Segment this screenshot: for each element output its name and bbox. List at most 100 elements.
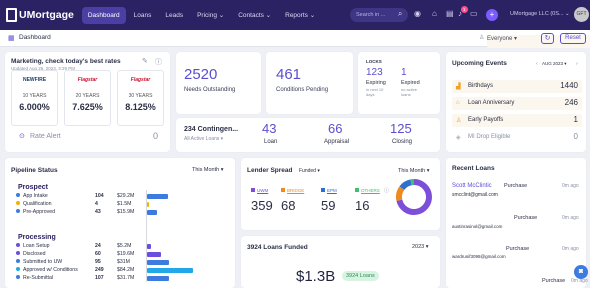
shield-icon: ◈ bbox=[456, 135, 461, 141]
add-button[interactable]: + bbox=[486, 9, 498, 21]
pipeline-row-label: App Intake bbox=[23, 193, 48, 199]
nav-pricing[interactable]: Pricing ⌄ bbox=[191, 6, 230, 24]
pipeline-row-count: 249 bbox=[95, 267, 104, 273]
pipeline-row[interactable]: App Intake bbox=[16, 193, 48, 199]
info-icon[interactable]: ⓘ bbox=[155, 57, 162, 67]
rate-alert-count: 0 bbox=[153, 131, 159, 141]
chevron-left-icon[interactable]: ‹ bbox=[536, 61, 538, 67]
pipeline-row-amount: $19.6M bbox=[117, 251, 135, 257]
nav-dashboard[interactable]: Dashboard bbox=[81, 6, 126, 24]
pipeline-card: Pipeline Status This Month ▾ Prospect Pr… bbox=[5, 158, 235, 288]
page-title: Dashboard bbox=[19, 34, 51, 41]
pipeline-row[interactable]: Loan Setup bbox=[16, 243, 50, 249]
status-dot bbox=[16, 259, 20, 263]
bank-icon[interactable]: ⌂ bbox=[432, 9, 437, 18]
contingencies-card[interactable]: 234 Contingen... All Active Loans ▾ 43 L… bbox=[176, 118, 440, 152]
event-loan-anniversary[interactable]: ⌂ Loan Anniversary 246 bbox=[452, 97, 582, 110]
spread-legend-item: OTHERS bbox=[355, 188, 380, 193]
funded-count-badge: 3924 Loans bbox=[342, 271, 379, 281]
marketing-title: Marketing, check today's best rates bbox=[11, 58, 121, 65]
rate-card[interactable]: NEWFIRE 10 YEARS 6.000% bbox=[11, 70, 58, 126]
conditions-card[interactable]: 461 Conditions Pending bbox=[266, 52, 353, 114]
chevron-right-icon[interactable]: › bbox=[576, 61, 578, 67]
legend-label: EPM bbox=[327, 188, 337, 193]
pipeline-row-amount: $29.2M bbox=[117, 193, 135, 199]
pipeline-row-label: Submitted to UW bbox=[23, 259, 63, 265]
funded-year[interactable]: 2023 ▾ bbox=[412, 244, 429, 250]
chat-widget-icon[interactable]: ◙ bbox=[574, 265, 588, 279]
person-icon: ♙ bbox=[456, 118, 462, 124]
nav-loans[interactable]: Loans bbox=[128, 7, 158, 24]
nav-contacts[interactable]: Contacts ⌄ bbox=[232, 6, 277, 24]
logo-icon bbox=[6, 8, 17, 22]
contingency-filter[interactable]: All Active Loans ▾ bbox=[184, 136, 223, 142]
nav-leads[interactable]: Leads bbox=[159, 7, 189, 24]
events-card: Upcoming Events ‹ AUG 2023 ▾ › ▟ Birthday… bbox=[446, 52, 586, 152]
pipeline-row[interactable]: Re-Submittal bbox=[16, 275, 53, 281]
pipeline-period[interactable]: This Month ▾ bbox=[192, 167, 224, 173]
nav-reports[interactable]: Reports ⌄ bbox=[279, 6, 321, 24]
spread-donut-chart bbox=[396, 179, 432, 215]
pipeline-axis bbox=[146, 190, 147, 282]
rate-card[interactable]: Flagstar 20 YEARS 7.625% bbox=[64, 70, 111, 126]
spread-period[interactable]: This Month ▾ bbox=[398, 168, 430, 174]
funded-amount: $1.3B bbox=[296, 268, 336, 285]
recent-loan-name[interactable]: Scott McClintic bbox=[452, 183, 492, 189]
locks-card[interactable]: LOCKS 123 Expiring in next 10 days 1 Exp… bbox=[358, 52, 440, 114]
status-dot bbox=[16, 201, 20, 205]
refresh-button[interactable]: ↻ bbox=[541, 33, 554, 44]
legend-swatch bbox=[321, 188, 325, 192]
pipeline-bar bbox=[147, 193, 168, 199]
pipeline-row[interactable]: Disclosed bbox=[16, 251, 46, 257]
spread-filter[interactable]: Funded ▾ bbox=[299, 168, 320, 174]
brand-logo[interactable]: UMortgage bbox=[6, 8, 74, 22]
events-period[interactable]: AUG 2023 ▾ bbox=[542, 61, 567, 67]
recent-loans-card: Recent Loans Scott McClintic Purchase 0m… bbox=[446, 158, 588, 288]
org-selector[interactable]: UMortgage LLC (0S... ⌄ bbox=[510, 11, 570, 17]
spread-value: 59 bbox=[321, 198, 336, 213]
legend-label: OTHERS bbox=[361, 188, 380, 193]
marketing-card: Marketing, check today's best rates Upda… bbox=[5, 52, 170, 152]
status-dot bbox=[16, 243, 20, 247]
needs-card[interactable]: 2520 Needs Outstanding bbox=[176, 52, 261, 114]
pipeline-bar bbox=[147, 251, 161, 257]
pipeline-row-count: 95 bbox=[95, 259, 101, 265]
pipeline-row-label: Loan Setup bbox=[23, 243, 50, 249]
radio-icon[interactable]: ◉ bbox=[414, 9, 421, 18]
edit-icon[interactable]: ✎ bbox=[142, 57, 148, 65]
event-mi-drop[interactable]: ◈ MI Drop Eligible 0 bbox=[452, 131, 582, 144]
spread-legend-item: UWM bbox=[251, 188, 268, 193]
pipeline-row-count: 104 bbox=[95, 193, 104, 199]
legend-label: UWM bbox=[257, 188, 269, 193]
info-icon[interactable]: ⓘ bbox=[384, 187, 389, 194]
donut-slice[interactable] bbox=[399, 179, 412, 191]
pipeline-row-amount: $31.7M bbox=[117, 275, 135, 281]
sub-header: ▦ Dashboard ♙ Everyone ▾ ↻ Reset bbox=[0, 30, 590, 48]
status-dot bbox=[16, 209, 20, 213]
rate-card[interactable]: Flagstar 30 YEARS 8.125% bbox=[117, 70, 164, 126]
spread-legend-item: EPM bbox=[321, 188, 337, 193]
chat-icon[interactable]: ▭ bbox=[470, 9, 478, 18]
pipeline-row[interactable]: Qualification bbox=[16, 201, 52, 207]
pipeline-row-count: 60 bbox=[95, 251, 101, 257]
doc-icon[interactable]: ▤ bbox=[446, 9, 454, 18]
legend-swatch bbox=[281, 188, 285, 192]
donut-slice[interactable] bbox=[396, 186, 405, 201]
event-early-payoffs[interactable]: ♙ Early Payoffs 1 bbox=[452, 114, 582, 127]
pipeline-row[interactable]: Approved w/ Conditions bbox=[16, 267, 78, 273]
pipeline-row-amount: $84.2M bbox=[117, 267, 135, 273]
status-dot bbox=[16, 251, 20, 255]
pipeline-row[interactable]: Submitted to UW bbox=[16, 259, 62, 265]
notification-badge: 1 bbox=[461, 6, 468, 13]
search-icon[interactable]: ⌕ bbox=[398, 9, 402, 19]
pipeline-row-label: Qualification bbox=[23, 201, 52, 207]
status-dot bbox=[16, 267, 20, 271]
reset-button[interactable]: Reset bbox=[560, 33, 586, 44]
avatar[interactable]: GFT bbox=[574, 7, 589, 22]
rate-alert-label[interactable]: Rate Alert bbox=[30, 133, 61, 140]
event-birthdays[interactable]: ▟ Birthdays 1440 bbox=[452, 80, 582, 93]
pipeline-row[interactable]: Pre-Approved bbox=[16, 209, 55, 215]
pipeline-row-label: Disclosed bbox=[23, 251, 46, 257]
pipeline-row-count: 107 bbox=[95, 275, 104, 281]
pipeline-bar bbox=[147, 259, 169, 265]
